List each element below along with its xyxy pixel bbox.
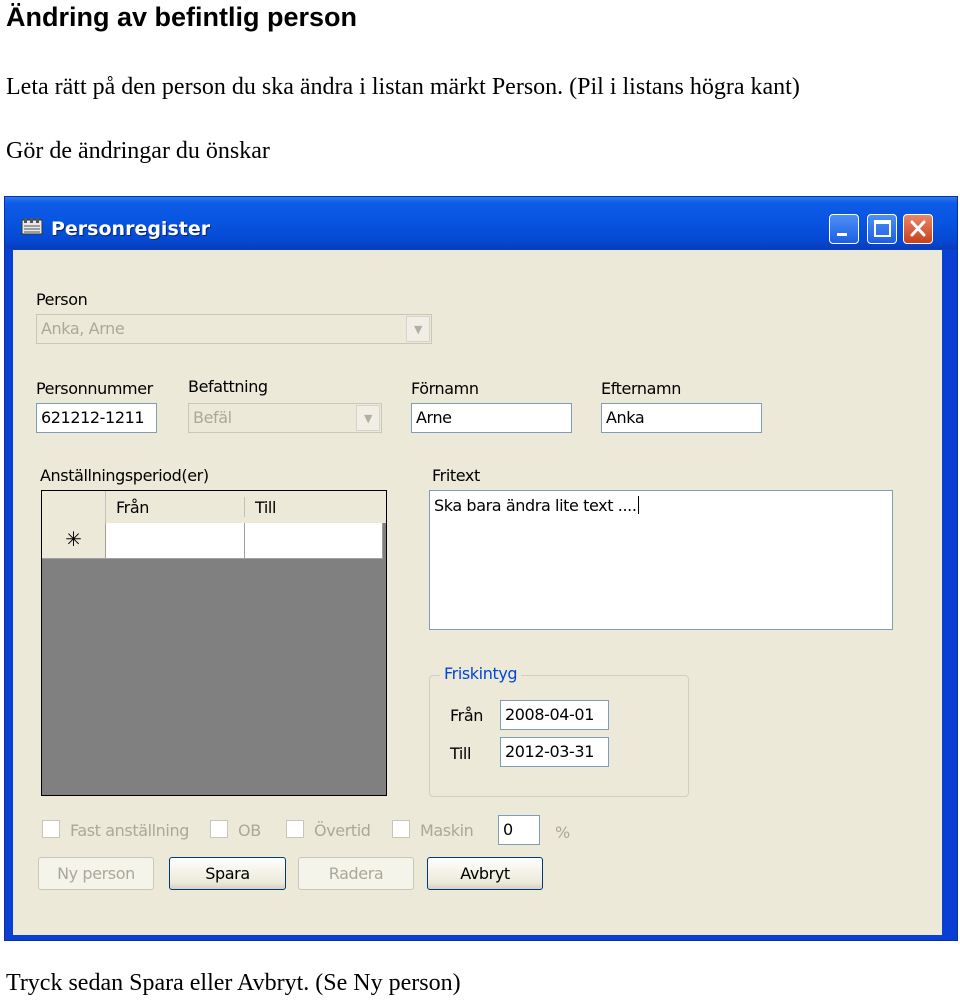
person-select-value: Anka, Arne [41, 319, 125, 338]
efternamn-label: Efternamn [601, 379, 681, 398]
minimize-icon [837, 233, 847, 236]
friskintyg-till-label: Till [450, 744, 472, 763]
personnummer-field[interactable]: 621212-1211 [36, 403, 157, 433]
close-icon [910, 220, 926, 237]
window-client-area: Person Anka, Arne ▼ Personnummer 621212-… [13, 250, 942, 935]
fast-anstallning-label: Fast anställning [70, 821, 189, 840]
fast-anstallning-checkbox[interactable] [42, 820, 60, 838]
efternamn-field[interactable]: Anka [601, 403, 762, 433]
fritext-label: Fritext [432, 466, 480, 485]
friskintyg-fran-field[interactable]: 2008-04-01 [500, 700, 609, 730]
person-select[interactable]: Anka, Arne ▼ [36, 314, 432, 344]
ob-checkbox[interactable] [210, 820, 228, 838]
anstallningsperiod-label: Anställningsperiod(er) [40, 466, 209, 485]
fritext-textarea[interactable]: Ska bara ändra lite text .... [429, 490, 893, 630]
chevron-down-icon: ▼ [413, 323, 423, 336]
grid-column-till[interactable]: Till [255, 498, 276, 517]
personnummer-label: Personnummer [36, 379, 153, 398]
maskin-label: Maskin [420, 821, 474, 840]
maximize-icon [874, 220, 891, 237]
grid-new-row-header[interactable]: ✳ [42, 523, 106, 559]
grid-cell-fran[interactable] [106, 523, 245, 559]
maskin-checkbox[interactable] [392, 820, 410, 838]
fritext-value: Ska bara ändra lite text .... [434, 496, 637, 515]
chevron-down-icon: ▼ [363, 412, 373, 425]
grid-column-fran[interactable]: Från [116, 498, 149, 517]
person-dropdown-button[interactable]: ▼ [406, 316, 430, 342]
spara-button[interactable]: Spara [169, 857, 286, 890]
friskintyg-group: Friskintyg Från 2008-04-01 Till 2012-03-… [429, 664, 689, 797]
befattning-dropdown-button[interactable]: ▼ [356, 405, 380, 431]
ob-label: OB [238, 821, 261, 840]
footer-instruction: Tryck sedan Spara eller Avbryt. (Se Ny p… [6, 970, 461, 996]
grid-cell-till[interactable] [245, 523, 383, 559]
grid-header-divider [244, 497, 245, 517]
percent-unit-label: % [555, 823, 570, 842]
befattning-select[interactable]: Befäl ▼ [188, 403, 382, 433]
close-button[interactable] [903, 214, 933, 244]
friskintyg-till-field[interactable]: 2012-03-31 [500, 737, 609, 767]
fornamn-label: Förnamn [411, 379, 479, 398]
anstallningsperiod-grid[interactable]: Från Till ✳ [41, 490, 387, 796]
window-title: Personregister [51, 218, 211, 240]
text-caret [637, 496, 639, 514]
instruction-text-2: Gör de ändringar du önskar [6, 138, 270, 164]
befattning-select-value: Befäl [193, 408, 232, 427]
maximize-button[interactable] [867, 214, 897, 244]
app-register-icon [21, 218, 43, 235]
overtid-label: Övertid [314, 821, 371, 840]
friskintyg-fran-label: Från [450, 706, 483, 725]
minimize-button[interactable] [829, 214, 859, 244]
friskintyg-title: Friskintyg [440, 664, 522, 683]
new-row-asterisk-icon: ✳ [65, 529, 82, 551]
ny-person-button[interactable]: Ny person [38, 857, 154, 890]
grid-header-row: Från Till [42, 491, 386, 523]
instruction-text-1: Leta rätt på den person du ska ändra i l… [6, 74, 800, 100]
maskin-percent-field[interactable]: 0 [498, 815, 540, 845]
personregister-window: Personregister Person Anka, Arne ▼ Perso… [4, 196, 958, 941]
grid-corner-cell [42, 491, 106, 523]
person-label: Person [36, 290, 88, 309]
avbryt-button[interactable]: Avbryt [427, 857, 543, 890]
document-heading: Ändring av befintlig person [6, 2, 358, 32]
fornamn-field[interactable]: Arne [411, 403, 572, 433]
title-bar[interactable]: Personregister [5, 197, 957, 249]
befattning-label: Befattning [188, 377, 268, 396]
overtid-checkbox[interactable] [286, 820, 304, 838]
radera-button[interactable]: Radera [298, 857, 414, 890]
